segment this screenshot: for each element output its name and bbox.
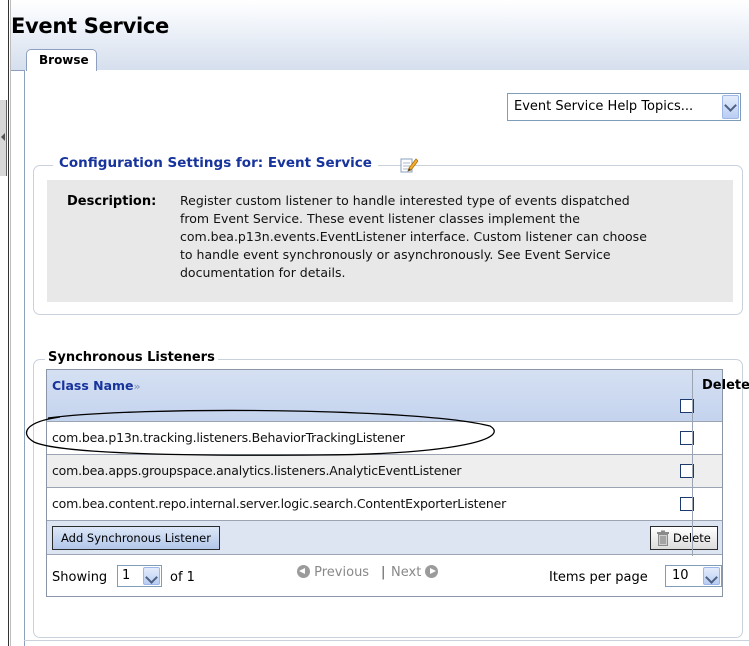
column-header-delete: Delete [702,378,749,393]
class-name-label[interactable]: Class Name [52,378,134,393]
previous-link[interactable]: Previous [297,565,369,580]
description-text: Register custom listener to handle inter… [180,192,725,282]
description-line: from Event Service. These event listener… [180,211,580,226]
column-header-class-name[interactable]: Class Name» [52,378,141,393]
chevron-down-icon[interactable] [722,95,739,119]
items-per-page-label: Items per page [549,570,648,585]
page-header: Event Service [11,0,749,70]
page-title: Event Service [11,14,169,38]
help-topics-value: Event Service Help Topics... [514,99,694,114]
arrow-left-circle-icon [297,565,310,578]
chevron-down-icon[interactable] [143,567,160,585]
delete-button[interactable]: Delete [650,526,718,550]
description-line: documentation for details. [180,265,346,280]
table-row: com.bea.p13n.tracking.listeners.Behavior… [47,422,722,455]
page-select[interactable]: 1 [117,565,162,587]
showing-label: Showing [52,570,108,585]
next-link[interactable]: Next [391,565,439,580]
arrow-right-circle-icon [425,565,439,578]
page-count-label: of 1 [170,570,195,585]
description-line: com.bea.p13n.events.EventListener interf… [180,229,647,244]
tab-browse[interactable]: Browse [26,49,97,71]
window: Event Service Browse Event Service Help … [0,0,749,646]
table-row: com.bea.content.repo.internal.server.log… [47,488,722,521]
class-name-cell: com.bea.p13n.tracking.listeners.Behavior… [52,430,405,445]
previous-label: Previous [314,565,370,580]
double-chevron-right-icon[interactable]: » [134,380,141,393]
pager-separator: | [381,565,386,580]
listener-table: Class Name» Delete com.bea.p13n.tracking… [46,369,749,597]
class-name-cell: com.bea.content.repo.internal.server.log… [52,496,507,511]
help-topics-select[interactable]: Event Service Help Topics... [507,93,741,121]
description-label: Description: [67,194,157,209]
description-line: to handle event synchronously or asynchr… [180,247,611,262]
table-row: com.bea.apps.groupspace.analytics.listen… [47,455,722,488]
description-line: Register custom listener to handle inter… [180,193,630,208]
trash-icon [657,530,669,546]
next-label: Next [391,565,422,580]
pager: Showing 1 of 1 Previous | Next Items per… [47,556,722,596]
class-name-cell: com.bea.apps.groupspace.analytics.listen… [52,463,462,478]
per-page-value: 10 [672,568,689,583]
collapse-handle[interactable] [0,100,7,176]
edit-pencil-icon[interactable] [400,156,418,173]
bottom-border [24,640,749,641]
window-edge [8,0,9,646]
sync-listeners-legend: Synchronous Listeners [45,350,218,368]
table-header: Class Name» Delete [47,370,749,422]
add-synchronous-listener-button[interactable]: Add Synchronous Listener [52,526,220,550]
table-actions-row: Add Synchronous Listener Delete [47,521,722,555]
config-legend: Configuration Settings for: Event Servic… [53,155,378,175]
window-edge-inner [10,0,11,646]
page-value: 1 [122,568,131,583]
items-per-page-select[interactable]: 10 [665,565,722,587]
chevron-down-icon[interactable] [703,567,720,585]
